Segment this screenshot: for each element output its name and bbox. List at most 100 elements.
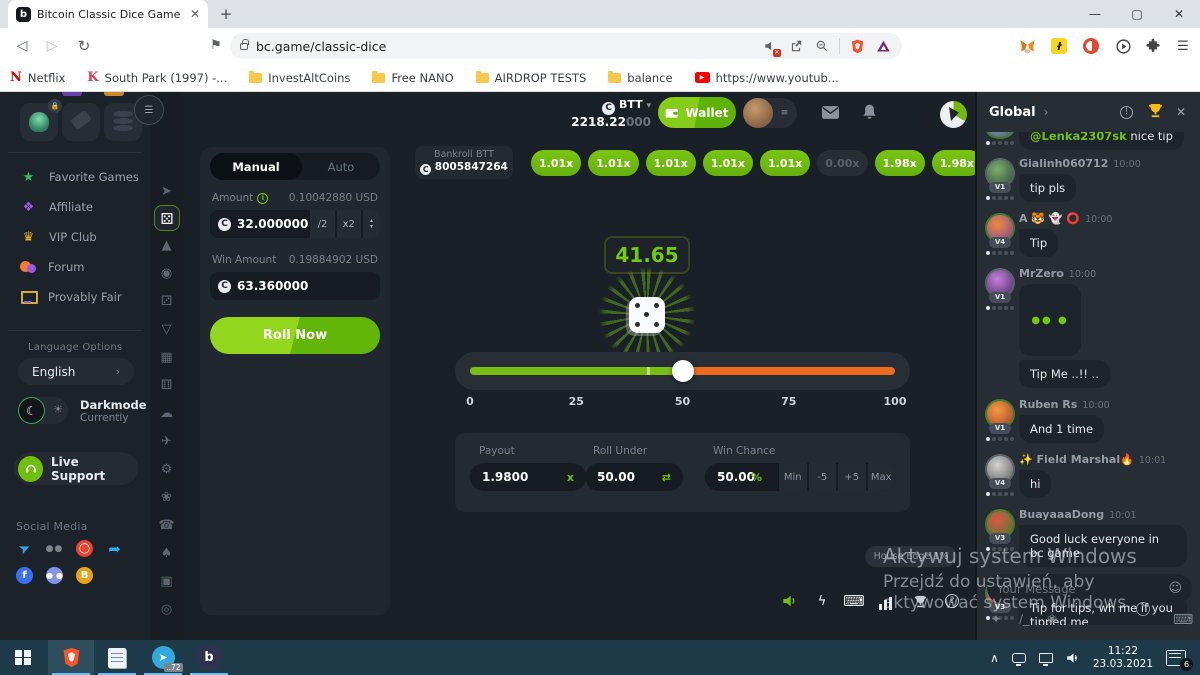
game-strip-icon-7[interactable]: ▦ [150,350,183,372]
game-strip-icon-11[interactable]: ⚙ [150,462,183,484]
amount-stepper[interactable]: ▴▾ [361,210,380,238]
roll-under-input[interactable]: 50.00⇄ [585,463,683,491]
game-strip-icon-10[interactable]: ✈ [150,434,183,456]
tab-manual[interactable]: Manual [210,153,302,180]
live-support-button[interactable]: Live Support [14,452,138,485]
start-button[interactable] [0,640,46,675]
result-pill[interactable]: 1.98x [875,150,925,176]
facebook-icon[interactable]: f [16,567,33,584]
half-bet-button[interactable]: /2 [308,210,334,238]
tab-close-icon[interactable]: ✕ [190,7,200,21]
notification-center-icon[interactable]: 6 [1166,650,1186,666]
tray-network-icon[interactable] [1039,653,1053,663]
game-strip-icon-16[interactable]: ◎ [150,602,183,624]
taskbar-notepad[interactable] [94,640,140,675]
tab-muted-icon[interactable]: ✕ [761,37,779,55]
help-icon[interactable]: ? [941,592,963,610]
chat-channel[interactable]: Global [989,105,1036,120]
sound-icon[interactable] [779,592,801,610]
browser-menu-icon[interactable]: ☰ [1172,35,1194,57]
amount-input[interactable]: C32.000000 /2 x2 ▴▾ [210,210,380,238]
game-strip-icon-4[interactable]: ◉ [150,266,183,288]
wallet-button[interactable]: Wallet [658,97,736,128]
play-extension-icon[interactable] [1112,35,1134,57]
emoji-icon[interactable]: ☺ [1168,581,1182,596]
bookmark-folder-airdrop[interactable]: AIRDROP TESTS [476,71,587,85]
game-strip-icon-9[interactable]: ☁ [150,406,183,428]
medium-icon[interactable]: ●● [46,540,63,557]
roll-now-button[interactable]: Roll Now [210,317,380,354]
sidebar-item-vip-club[interactable]: ♛ VIP Club [0,222,150,252]
slider-handle[interactable] [672,360,694,382]
taskbar-clock[interactable]: 11:22 23.03.2021 [1093,645,1153,671]
twitter-icon[interactable]: ➦ [106,540,123,557]
tray-volume-icon[interactable] [1066,652,1080,664]
bitcoin-icon[interactable]: B [76,567,93,584]
language-selector[interactable]: English › [18,358,134,385]
chevron-right-icon[interactable]: › [1044,105,1112,119]
chance-minus5-button[interactable]: -5 [807,463,837,491]
sidebar-item-affiliate[interactable]: ❖ Affiliate [0,192,150,222]
slash-command-icon[interactable]: ∕_ [1019,612,1029,626]
taskbar-bcgame[interactable]: b [186,640,232,675]
hotkeys-icon[interactable]: ⌨ [843,592,865,610]
forward-button[interactable]: ▷ [40,34,64,58]
darkmode-toggle[interactable]: ☾ ☀ [18,397,68,424]
taskbar-telegram[interactable]: ➤..72 [140,640,186,675]
stats-icon[interactable] [875,592,897,610]
chance-plus5-button[interactable]: +5 [836,463,866,491]
orange-circle-extension-icon[interactable] [1080,35,1102,57]
sidebar-collapse-button[interactable]: ☰ [134,95,164,125]
currency-selector[interactable]: C BTT ▾ 2218.22000 [555,98,651,129]
bat-rewards-icon[interactable] [874,37,892,55]
game-strip-icon-3[interactable]: ▲ [150,238,183,260]
bookmark-folder-balance[interactable]: balance [608,71,672,85]
bookmark-folder-investaltcoins[interactable]: InvestAltCoins [249,71,350,85]
chat-info-icon[interactable]: ! [1120,106,1138,119]
github-icon[interactable]: ◯ [76,540,93,557]
bookmark-netflix[interactable]: NNetflix [10,70,65,85]
share-icon[interactable] [787,37,805,55]
trophy-icon[interactable] [1146,103,1164,121]
game-strip-icon-6[interactable]: ▽ [150,322,183,344]
game-strip-icon-8[interactable]: ⚅ [150,378,183,400]
chat-toggle-icon[interactable] [940,101,967,128]
info-icon[interactable]: i [257,193,268,204]
result-pill[interactable]: 1.01x [531,150,581,176]
clover-icon[interactable]: ❀ [1047,612,1057,626]
sidebar-item-favorite-games[interactable]: ★ Favorite Games [0,162,150,192]
browser-tab[interactable]: b Bitcoin Classic Dice Game - Play D ✕ [8,0,208,28]
game-strip-icon-5[interactable]: ⚂ [150,294,183,316]
game-tile-ticket[interactable] [62,103,100,141]
bookmark-flag-icon[interactable]: ⚑ [204,34,228,58]
zoom-out-icon[interactable] [813,37,831,55]
bookmark-folder-freenano[interactable]: Free NANO [372,71,453,85]
metamask-extension-icon[interactable] [1016,35,1038,57]
result-pill[interactable]: 1.01x [760,150,810,176]
chat-hotkeys-icon[interactable]: ⌨ [1173,612,1193,628]
slider-track[interactable] [470,367,895,375]
bell-icon[interactable] [859,102,879,122]
taskbar-brave[interactable] [48,640,94,675]
game-strip-icon-13[interactable]: ☎ [150,518,183,540]
chat-input[interactable] [997,582,1162,596]
game-strip-icon-12[interactable]: ❀ [150,490,183,512]
window-restore-button[interactable]: ▢ [1116,0,1158,28]
url-text[interactable]: bc.game/classic-dice [256,39,753,54]
payout-input[interactable]: 1.9800x [470,463,586,491]
leaderboard-icon[interactable] [909,592,931,610]
result-pill[interactable]: 1.01x [588,150,638,176]
game-strip-icon-14[interactable]: ♠ [150,546,183,568]
sidebar-item-provably-fair[interactable]: Provably Fair [0,282,150,312]
sidebar-item-forum[interactable]: Forum [0,252,150,282]
bookmark-youtube[interactable]: ▶https://www.youtub... [695,71,839,85]
telegram-icon[interactable]: ➤ [13,537,36,560]
win-chance-input[interactable]: 50.00 % Min -5 +5 Max [705,463,895,491]
turbo-icon[interactable]: ϟ [811,592,833,610]
chat-close-icon[interactable]: ✕ [1172,105,1190,119]
game-strip-icon-15[interactable]: ▣ [150,574,183,596]
yellow-extension-icon[interactable]: ł [1048,35,1070,57]
game-strip-icon-1[interactable]: ➤ [150,184,183,206]
back-button[interactable]: ◁ [10,34,34,58]
tray-cast-icon[interactable] [1012,653,1026,663]
